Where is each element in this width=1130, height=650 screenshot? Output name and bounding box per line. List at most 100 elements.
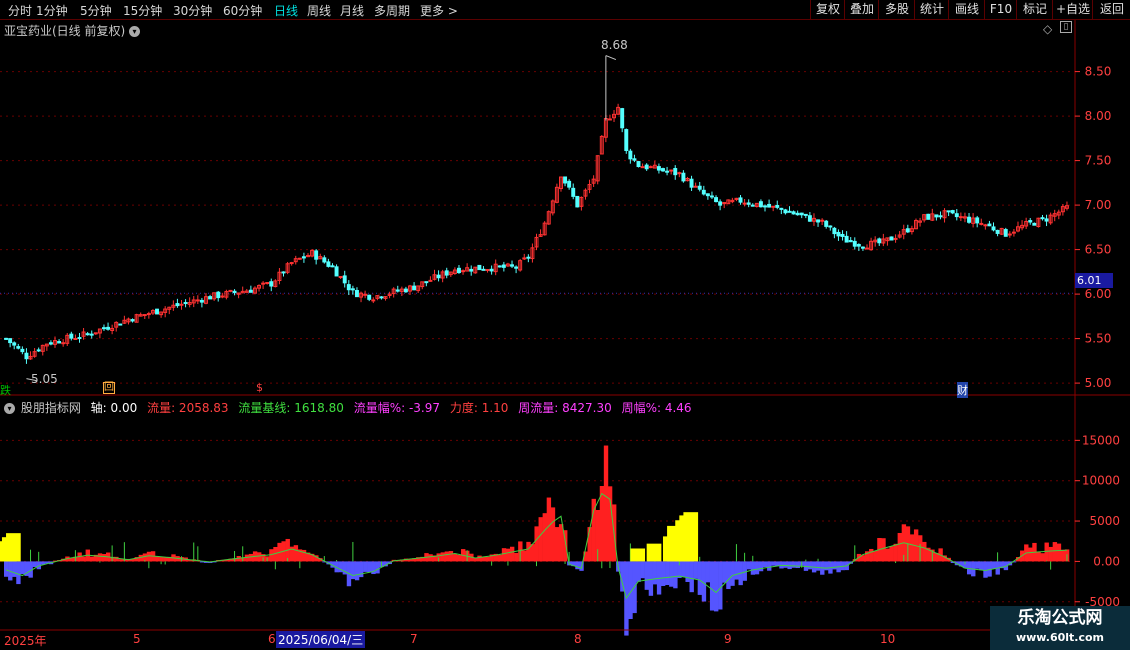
candle-body (444, 270, 449, 276)
flow-bar (1024, 544, 1029, 562)
flow-bar (20, 561, 25, 575)
tab-30min[interactable]: 30分钟 (173, 2, 212, 19)
tab-15min[interactable]: 15分钟 (123, 2, 162, 19)
candle-body (967, 216, 971, 223)
candle-body (114, 321, 119, 328)
chevron-down-icon[interactable]: ▾ (129, 26, 141, 37)
tab-60min[interactable]: 60分钟 (223, 2, 262, 19)
draw-line-button[interactable]: 画线 (948, 0, 985, 19)
candle-body (636, 161, 641, 168)
candle-body (191, 299, 196, 304)
flow-bar (905, 526, 911, 562)
flow-bar (432, 555, 437, 562)
flow-bar (848, 561, 854, 564)
volume-tick-label: 15000 (1082, 433, 1120, 447)
finance-marker[interactable]: 财 (957, 382, 968, 398)
flow-bar (456, 554, 462, 562)
candle-body (391, 288, 396, 295)
tab-weekly[interactable]: 周线 (307, 2, 331, 19)
candle-body (285, 263, 290, 273)
flow-bar (509, 546, 515, 562)
flow-bar (971, 561, 976, 577)
flow-bar (762, 561, 768, 568)
candle-body (587, 184, 592, 190)
flow-bar (256, 552, 262, 562)
candle-body (371, 299, 376, 302)
flow-bar (856, 553, 862, 562)
candle-body (1056, 211, 1061, 216)
candle-body (85, 333, 90, 336)
flow-bar (864, 551, 870, 562)
add-watchlist-button[interactable]: +自选 (1052, 0, 1093, 19)
candle-body (1048, 214, 1053, 224)
flow-bar (363, 561, 368, 572)
flow-bar (501, 548, 507, 562)
tab-fenshi[interactable]: 分时 (8, 2, 32, 19)
flow-bar (722, 561, 727, 583)
flow-bar (767, 561, 772, 571)
current-price-marker: 6.01 (1075, 273, 1113, 288)
flow-bar (705, 561, 711, 583)
flow-bar (738, 561, 743, 586)
tab-monthly[interactable]: 月线 (340, 2, 364, 19)
statistics-button[interactable]: 统计 (914, 0, 949, 19)
price-tick-label: 8.50 (1085, 65, 1112, 79)
flow-bar (326, 561, 331, 565)
yellow-bar (646, 543, 662, 562)
yellow-bar (0, 541, 13, 562)
flow-bar (1040, 553, 1045, 562)
back-button[interactable]: 返回 (1092, 0, 1130, 19)
event-marker[interactable]: $ (256, 381, 263, 394)
panel-toggle-icon[interactable]: ▯ (1060, 21, 1072, 33)
tab-more[interactable]: 更多 > (420, 2, 458, 19)
candle-body (334, 266, 339, 277)
flow-bar (514, 552, 519, 562)
tab-1min[interactable]: 1分钟 (36, 2, 68, 19)
overlay-button[interactable]: 叠加 (844, 0, 879, 19)
candle-body (567, 180, 572, 188)
candle-body (742, 202, 747, 205)
f10-button[interactable]: F10 (984, 0, 1017, 19)
restore-rights-button[interactable]: 复权 (810, 0, 845, 19)
flow-bar (709, 561, 715, 611)
candle-body (771, 205, 776, 208)
candle-body (261, 282, 266, 285)
candle-body (575, 195, 580, 208)
candle-body (485, 269, 490, 272)
yellow-bar (1, 537, 17, 562)
flow-bar (607, 486, 613, 562)
price-tick-label: 6.50 (1085, 243, 1112, 257)
flow-bar (530, 544, 535, 562)
candle-body (726, 199, 731, 205)
candle-body (579, 196, 584, 207)
flow-bar (36, 561, 42, 570)
flow-bar (587, 527, 592, 562)
flow-bar (595, 509, 601, 562)
diamond-icon[interactable]: ◇ (1043, 22, 1052, 36)
candle-body (783, 209, 788, 214)
flow-bar (1064, 549, 1070, 562)
flow-bar (999, 561, 1005, 569)
candle-body (293, 258, 298, 263)
yellow-bar (667, 525, 682, 562)
chevron-down-icon[interactable]: ▾ (4, 403, 15, 414)
flow-bar (583, 551, 588, 562)
candle-body (673, 168, 678, 176)
mark-button[interactable]: 标记 (1016, 0, 1053, 19)
yellow-bar (675, 520, 690, 562)
candle-body (493, 263, 498, 273)
watermark-logo: 乐淘公式网 www.60lt.com (990, 606, 1130, 650)
back-square-marker[interactable]: 回 (103, 382, 115, 394)
fall-marker[interactable]: 跌 (0, 382, 11, 398)
candle-body (73, 337, 78, 340)
tab-multi-period[interactable]: 多周期 (374, 2, 410, 19)
flow-bar (469, 553, 474, 562)
multi-stock-button[interactable]: 多股 (878, 0, 915, 19)
candle-body (697, 185, 702, 190)
candle-body (477, 264, 482, 271)
flow-bar (269, 549, 274, 562)
candle-body (1052, 213, 1057, 217)
flow-bar (1036, 551, 1041, 562)
tab-daily[interactable]: 日线 (274, 2, 298, 19)
tab-5min[interactable]: 5分钟 (80, 2, 112, 19)
